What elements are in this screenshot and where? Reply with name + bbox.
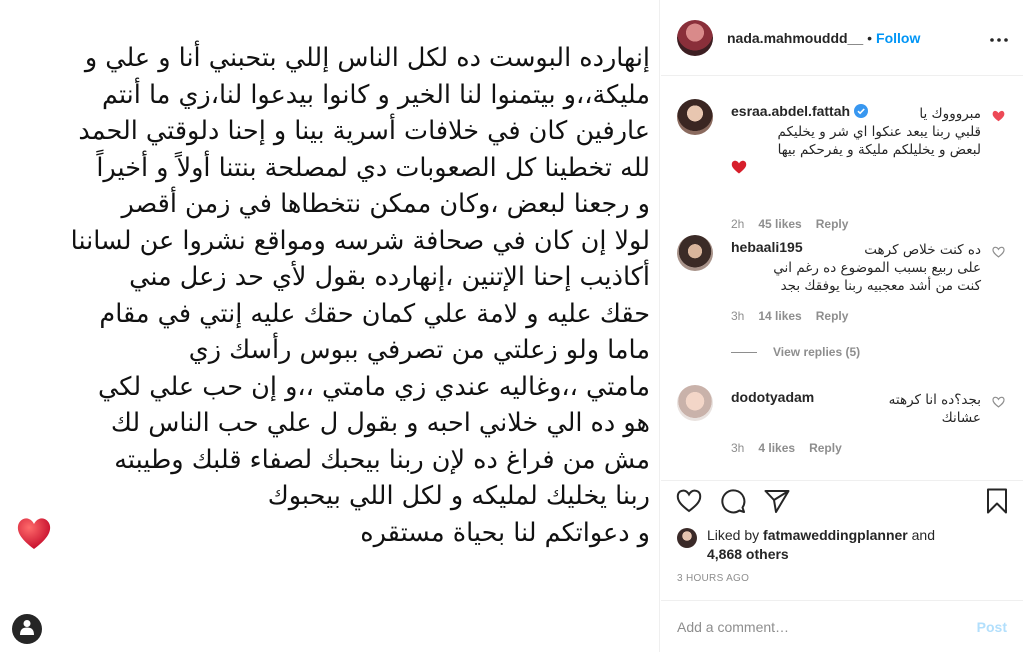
author-username[interactable]: nada.mahmouddd__ [727,30,863,46]
post-header: nada.mahmouddd__ • Follow [661,0,1023,76]
view-replies-line [731,351,757,353]
comment-item: hebaali195 ده كنت خلاص كرهت على ربيع بسب… [677,235,1009,335]
reply-button[interactable]: Reply [816,217,849,231]
liker-username[interactable]: fatmaweddingplanner [763,527,908,543]
comment-body: dodotyadam بجد؟ده انا كرهته عشانك [731,389,981,427]
reply-button[interactable]: Reply [816,309,849,323]
comment-like-button[interactable] [992,109,1005,122]
comments-list[interactable]: esraa.abdel.fattah مبروووك يا قلبي ربنا … [661,77,1023,480]
heart-outline-icon [992,245,1005,262]
liked-others-link[interactable]: 4,868 others [707,546,789,562]
comment-input[interactable] [677,618,977,635]
user-icon [20,619,34,640]
heart-outline-icon [992,395,1005,412]
verified-badge-icon [854,104,869,118]
post-timestamp[interactable]: 3 HOURS AGO [677,573,749,584]
save-button[interactable] [983,488,1011,519]
liked-by-prefix: Liked by [707,527,760,543]
more-icon [990,29,1008,47]
commenter-avatar[interactable] [677,235,713,271]
comment-likes[interactable]: 45 likes [758,217,801,231]
comment-time[interactable]: 3h [731,441,744,455]
red-heart-emoji-icon [731,160,981,179]
comment-time[interactable]: 3h [731,309,744,323]
share-button[interactable] [763,489,791,517]
comment-icon [720,488,746,519]
comment-button[interactable] [719,488,747,519]
comment-meta: 2h 45 likes Reply [731,217,848,231]
post-actions-bar [661,480,1023,530]
paper-plane-icon [764,489,790,518]
heart-filled-icon [992,109,1005,126]
comment-like-button[interactable] [992,395,1005,408]
liker-avatar[interactable] [677,528,697,548]
tagged-users-button[interactable] [12,614,42,644]
liked-by-text: Liked by fatmaweddingplanner and 4,868 o… [707,526,935,564]
post-sidebar: nada.mahmouddd__ • Follow esraa.abdel.fa… [661,0,1023,652]
author-avatar[interactable] [677,19,713,56]
reply-button[interactable]: Reply [809,441,842,455]
commenter-username[interactable]: hebaali195 [731,239,803,255]
comment-body: hebaali195 ده كنت خلاص كرهت على ربيع بسب… [731,239,981,295]
comment-time[interactable]: 2h [731,217,744,231]
commenter-username[interactable]: esraa.abdel.fattah [731,103,850,119]
comment-meta: 3h 14 likes Reply [731,309,848,323]
comment-body: esraa.abdel.fattah مبروووك يا قلبي ربنا … [731,103,981,179]
liked-by-and: and [911,527,935,543]
comment-like-button[interactable] [992,245,1005,258]
post-comment-button[interactable]: Post [977,619,1007,635]
heart-icon [676,489,702,518]
view-replies-label: View replies (5) [773,345,861,359]
post-image: إنهارده البوست ده لكل الناس إللي بتحبني … [0,0,660,652]
more-options-button[interactable] [989,28,1009,48]
bookmark-icon [986,488,1008,519]
post-caption-image-text: إنهارده البوست ده لكل الناس إللي بتحبني … [70,43,650,548]
comment-item: esraa.abdel.fattah مبروووك يا قلبي ربنا … [677,99,1009,231]
comment-likes[interactable]: 4 likes [758,441,795,455]
comment-likes[interactable]: 14 likes [758,309,801,323]
commenter-avatar[interactable] [677,99,713,135]
liked-by-summary: Liked by fatmaweddingplanner and 4,868 o… [677,526,1007,564]
red-heart-icon [16,516,52,552]
add-comment-bar: Post [661,600,1023,652]
commenter-avatar[interactable] [677,385,713,421]
follow-button[interactable]: Follow [876,30,920,46]
header-separator: • [867,29,873,46]
view-replies-button[interactable]: View replies (5) [731,345,860,359]
like-button[interactable] [675,489,703,517]
comment-item: dodotyadam بجد؟ده انا كرهته عشانك 3h 4 l… [677,385,1009,465]
comment-meta: 3h 4 likes Reply [731,441,842,455]
commenter-username[interactable]: dodotyadam [731,389,814,405]
